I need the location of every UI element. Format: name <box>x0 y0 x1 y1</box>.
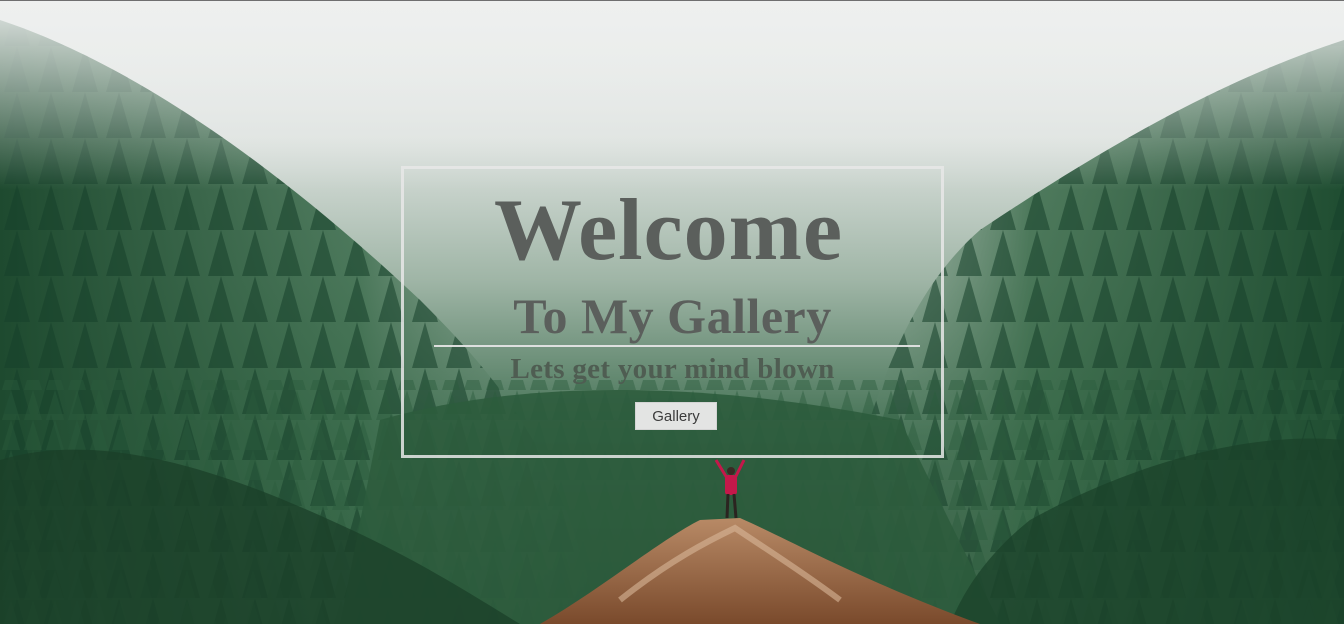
hero-section: Welcome To My Gallery Lets get your mind… <box>0 0 1344 624</box>
top-border-line <box>0 0 1344 1</box>
heading-divider <box>434 345 920 347</box>
gallery-subheading: To My Gallery <box>513 288 832 344</box>
gallery-button[interactable]: Gallery <box>635 402 717 430</box>
welcome-box: Welcome To My Gallery Lets get your mind… <box>401 166 944 458</box>
welcome-heading: Welcome <box>493 182 844 279</box>
tagline-text: Lets get your mind blown <box>510 353 835 385</box>
